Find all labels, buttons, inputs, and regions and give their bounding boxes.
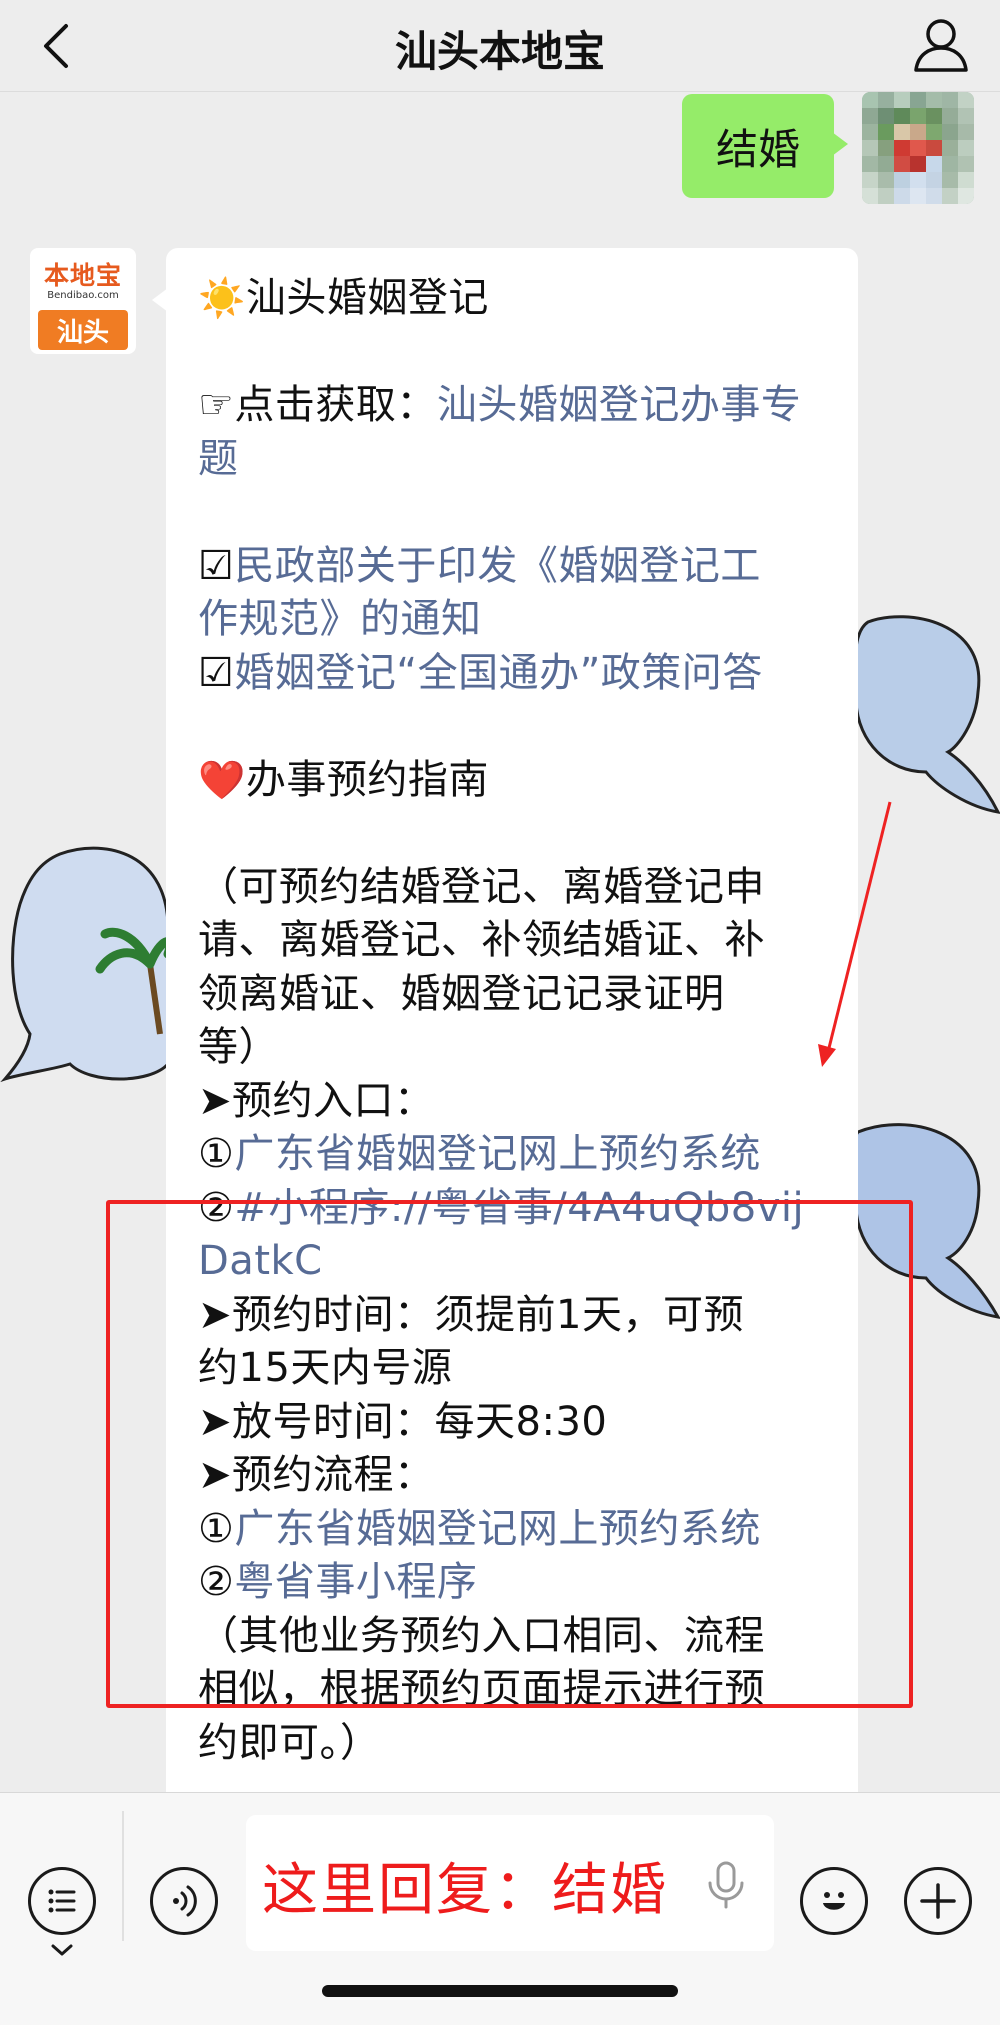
chevron-down-icon (51, 1944, 73, 1956)
more-button[interactable] (904, 1867, 972, 1935)
top-nav-bar: 汕头本地宝 (0, 0, 1000, 92)
microphone-icon[interactable] (696, 1855, 756, 1915)
annotation-arrow (818, 801, 892, 1067)
menu-button[interactable] (28, 1867, 96, 1935)
smiley-icon (823, 1892, 845, 1910)
input-text: 这里回复：结婚 (262, 1858, 668, 1923)
message-input[interactable]: 这里回复：结婚 (246, 1815, 774, 1951)
voice-toggle-button[interactable] (150, 1867, 218, 1935)
chat-title: 汕头本地宝 (394, 27, 605, 76)
divider (122, 1811, 124, 1941)
plus-icon (920, 1883, 956, 1919)
emoji-button[interactable] (800, 1867, 868, 1935)
person-icon (914, 19, 968, 72)
input-bar: 这里回复：结婚 (0, 1792, 1000, 2025)
list-icon (48, 1889, 76, 1913)
profile-button[interactable] (908, 12, 974, 78)
chat-area[interactable]: 结婚 本地宝 Bendibao.com 汕头 ☀️汕头婚姻登记 ☞点击获取：汕头… (0, 92, 1000, 1792)
voice-icon (173, 1885, 197, 1917)
home-indicator[interactable] (322, 1985, 678, 1997)
